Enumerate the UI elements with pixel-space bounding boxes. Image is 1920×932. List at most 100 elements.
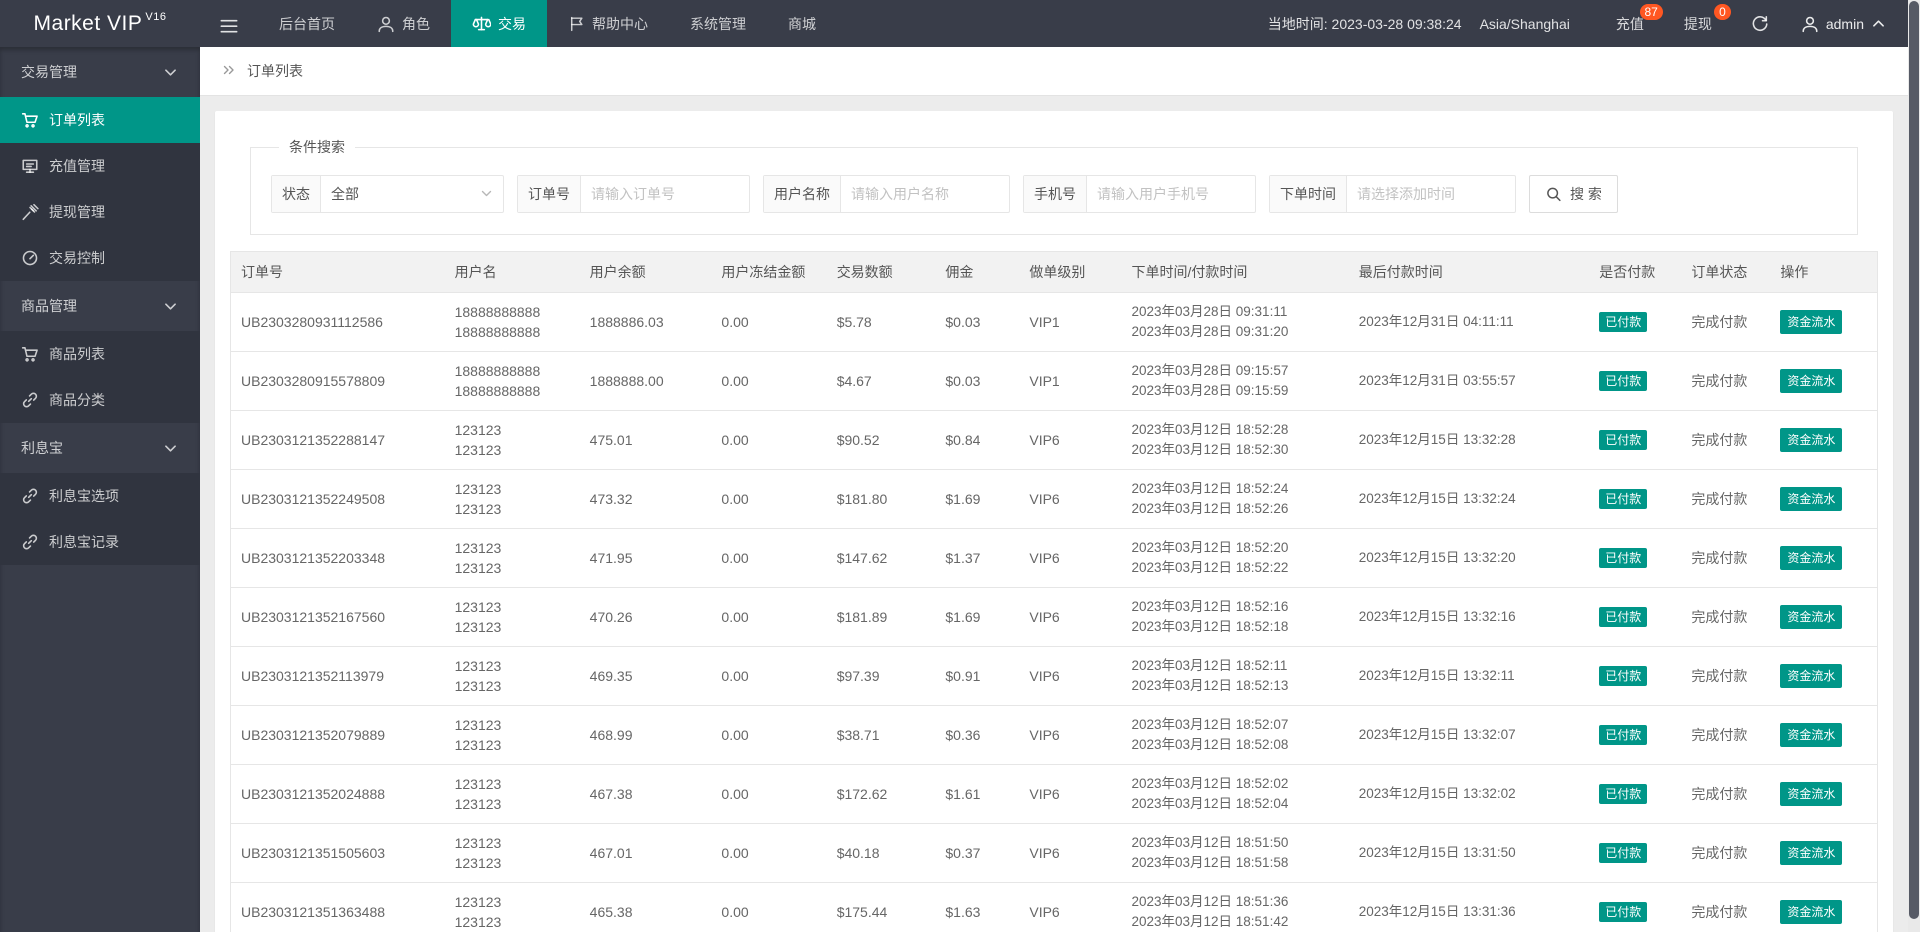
- column-header-1: 订单号: [230, 251, 445, 293]
- paid-badge: 已付款: [1599, 489, 1648, 509]
- cell-order-times: 2023年03月12日 18:51:36 2023年03月12日 18:51:42: [1121, 882, 1349, 932]
- fund-flow-button[interactable]: 资金流水: [1780, 369, 1843, 393]
- fund-flow-button[interactable]: 资金流水: [1780, 782, 1843, 806]
- fund-flow-button[interactable]: 资金流水: [1780, 841, 1843, 865]
- fund-flow-button[interactable]: 资金流水: [1780, 900, 1843, 924]
- sidebar-item-label: 充值管理: [49, 158, 105, 174]
- sidebar-group-label: 利息宝: [21, 440, 63, 456]
- table-row: UB2303121352203348 123123 123123 471.95 0.00…: [230, 528, 1878, 588]
- cell-order-no: UB2303121351505603: [230, 823, 445, 883]
- cell-paid: 已付款: [1589, 882, 1682, 932]
- fund-flow-button[interactable]: 资金流水: [1780, 310, 1843, 334]
- sidebar-item-1-2[interactable]: 充值管理: [0, 143, 200, 189]
- top-nav-item-6[interactable]: 商城: [767, 0, 837, 47]
- refresh-button[interactable]: [1732, 0, 1787, 47]
- time-line: 2023年03月12日 18:51:36: [1131, 894, 1289, 909]
- search-field-input-2[interactable]: [841, 176, 1009, 212]
- time-line: 2023年03月12日 18:51:42: [1131, 914, 1289, 929]
- sidebar-item-1-4[interactable]: 交易控制: [0, 235, 200, 281]
- sidebar-item-label: 交易控制: [49, 250, 105, 266]
- username-line: 18888888888: [454, 383, 541, 399]
- cell-actions: 资金流水: [1770, 292, 1878, 352]
- time-line: 2023年03月12日 18:52:08: [1131, 737, 1289, 752]
- cell-commission: $1.69: [935, 587, 1020, 647]
- table-row: UB2303121352167560 123123 123123 470.26 0.00…: [230, 587, 1878, 647]
- cell-amount: $4.67: [826, 351, 936, 411]
- cell-order-times: 2023年03月28日 09:15:57 2023年03月28日 09:15:59: [1121, 351, 1349, 411]
- cell-order-times: 2023年03月12日 18:52:24 2023年03月12日 18:52:26: [1121, 469, 1349, 529]
- cell-actions: 资金流水: [1770, 469, 1878, 529]
- search-field-input-1[interactable]: [581, 176, 749, 212]
- recharge-link[interactable]: 充值 87: [1596, 0, 1664, 47]
- cell-amount: $40.18: [826, 823, 936, 883]
- search-field-input-4[interactable]: [1347, 176, 1515, 212]
- scrollbar-thumb[interactable]: [1909, 1, 1919, 919]
- top-nav-item-label: 角色: [402, 15, 430, 32]
- fund-flow-button[interactable]: 资金流水: [1780, 428, 1843, 452]
- content-card: 条件搜索 状态 全部 订单号 用户名称 手机号 下单时间 搜 索 订单号用户名用户余额…: [215, 111, 1893, 932]
- cell-last-pay-time: 2023年12月15日 13:32:28: [1348, 410, 1590, 470]
- column-header-10: 是否付款: [1589, 251, 1682, 293]
- user-menu[interactable]: admin: [1787, 0, 1908, 47]
- top-nav-item-4[interactable]: 帮助中心: [547, 0, 669, 47]
- cell-frozen: 0.00: [711, 292, 827, 352]
- sidebar-item-3-2[interactable]: 利息宝记录: [0, 519, 200, 565]
- fund-flow-button[interactable]: 资金流水: [1780, 487, 1843, 511]
- cell-level: VIP6: [1019, 646, 1122, 706]
- search-field-group-2: 用户名称: [763, 175, 1010, 213]
- cell-level: VIP1: [1019, 351, 1122, 411]
- hamburger-menu-button[interactable]: [200, 0, 258, 47]
- page-scrollbar[interactable]: [1908, 0, 1920, 932]
- search-field-label: 订单号: [518, 176, 581, 212]
- cell-amount: $175.44: [826, 882, 936, 932]
- sidebar-item-label: 利息宝记录: [49, 534, 119, 550]
- sidebar-item-1-3[interactable]: 提现管理: [0, 189, 200, 235]
- sidebar-item-label: 商品列表: [49, 346, 105, 362]
- paid-badge: 已付款: [1599, 666, 1648, 686]
- fund-flow-button[interactable]: 资金流水: [1780, 664, 1843, 688]
- table-row: UB2303121352024888 123123 123123 467.38 0.00…: [230, 764, 1878, 824]
- sidebar-item-3-1[interactable]: 利息宝选项: [0, 473, 200, 519]
- sidebar-group-3[interactable]: 利息宝: [0, 423, 200, 473]
- fund-flow-button[interactable]: 资金流水: [1780, 605, 1843, 629]
- cell-order-no: UB2303121351363488: [230, 882, 445, 932]
- sidebar-group-1[interactable]: 交易管理: [0, 47, 200, 97]
- time-line: 2023年12月15日 13:32:11: [1358, 668, 1515, 683]
- cell-username: 123123 123123: [444, 764, 580, 824]
- cell-order-status: 完成付款: [1681, 764, 1771, 824]
- status-select[interactable]: 全部: [321, 176, 503, 212]
- sidebar-item-2-2[interactable]: 商品分类: [0, 377, 200, 423]
- paid-badge: 已付款: [1599, 371, 1648, 391]
- fund-flow-button[interactable]: 资金流水: [1780, 723, 1843, 747]
- sidebar-item-2-1[interactable]: 商品列表: [0, 331, 200, 377]
- withdraw-link[interactable]: 提现 0: [1664, 0, 1732, 47]
- top-nav-item-1[interactable]: 后台首页: [258, 0, 356, 47]
- sidebar-item-1-1[interactable]: 订单列表: [0, 97, 200, 143]
- sidebar-item-label: 提现管理: [49, 204, 105, 220]
- search-button[interactable]: 搜 索: [1529, 175, 1618, 213]
- cell-paid: 已付款: [1589, 823, 1682, 883]
- top-nav-item-3[interactable]: 交易: [451, 0, 547, 47]
- cell-order-status: 完成付款: [1681, 410, 1771, 470]
- time-line: 2023年12月15日 13:32:24: [1358, 491, 1516, 506]
- search-field-input-3[interactable]: [1087, 176, 1255, 212]
- cell-order-no: UB2303121352167560: [230, 587, 445, 647]
- fund-flow-button[interactable]: 资金流水: [1780, 546, 1843, 570]
- sidebar-group-2[interactable]: 商品管理: [0, 281, 200, 331]
- top-nav-item-5[interactable]: 系统管理: [669, 0, 767, 47]
- cell-order-status: 完成付款: [1681, 587, 1771, 647]
- cell-last-pay-time: 2023年12月15日 13:32:16: [1348, 587, 1590, 647]
- cell-order-times: 2023年03月12日 18:52:07 2023年03月12日 18:52:08: [1121, 705, 1349, 765]
- sidebar-group-items: 订单列表充值管理提现管理交易控制: [0, 97, 200, 281]
- username-line: 123123: [454, 560, 502, 576]
- time-line: 2023年03月28日 09:15:59: [1131, 383, 1289, 398]
- cell-frozen: 0.00: [711, 823, 827, 883]
- cell-level: VIP6: [1019, 528, 1122, 588]
- cell-order-times: 2023年03月12日 18:52:11 2023年03月12日 18:52:13: [1121, 646, 1349, 706]
- time-line: 2023年03月12日 18:51:50: [1131, 835, 1289, 850]
- cell-username: 123123 123123: [444, 882, 580, 932]
- top-nav-item-2[interactable]: 角色: [356, 0, 451, 47]
- cell-order-no: UB2303121352288147: [230, 410, 445, 470]
- cell-commission: $1.69: [935, 469, 1020, 529]
- recharge-label: 充值: [1615, 15, 1644, 32]
